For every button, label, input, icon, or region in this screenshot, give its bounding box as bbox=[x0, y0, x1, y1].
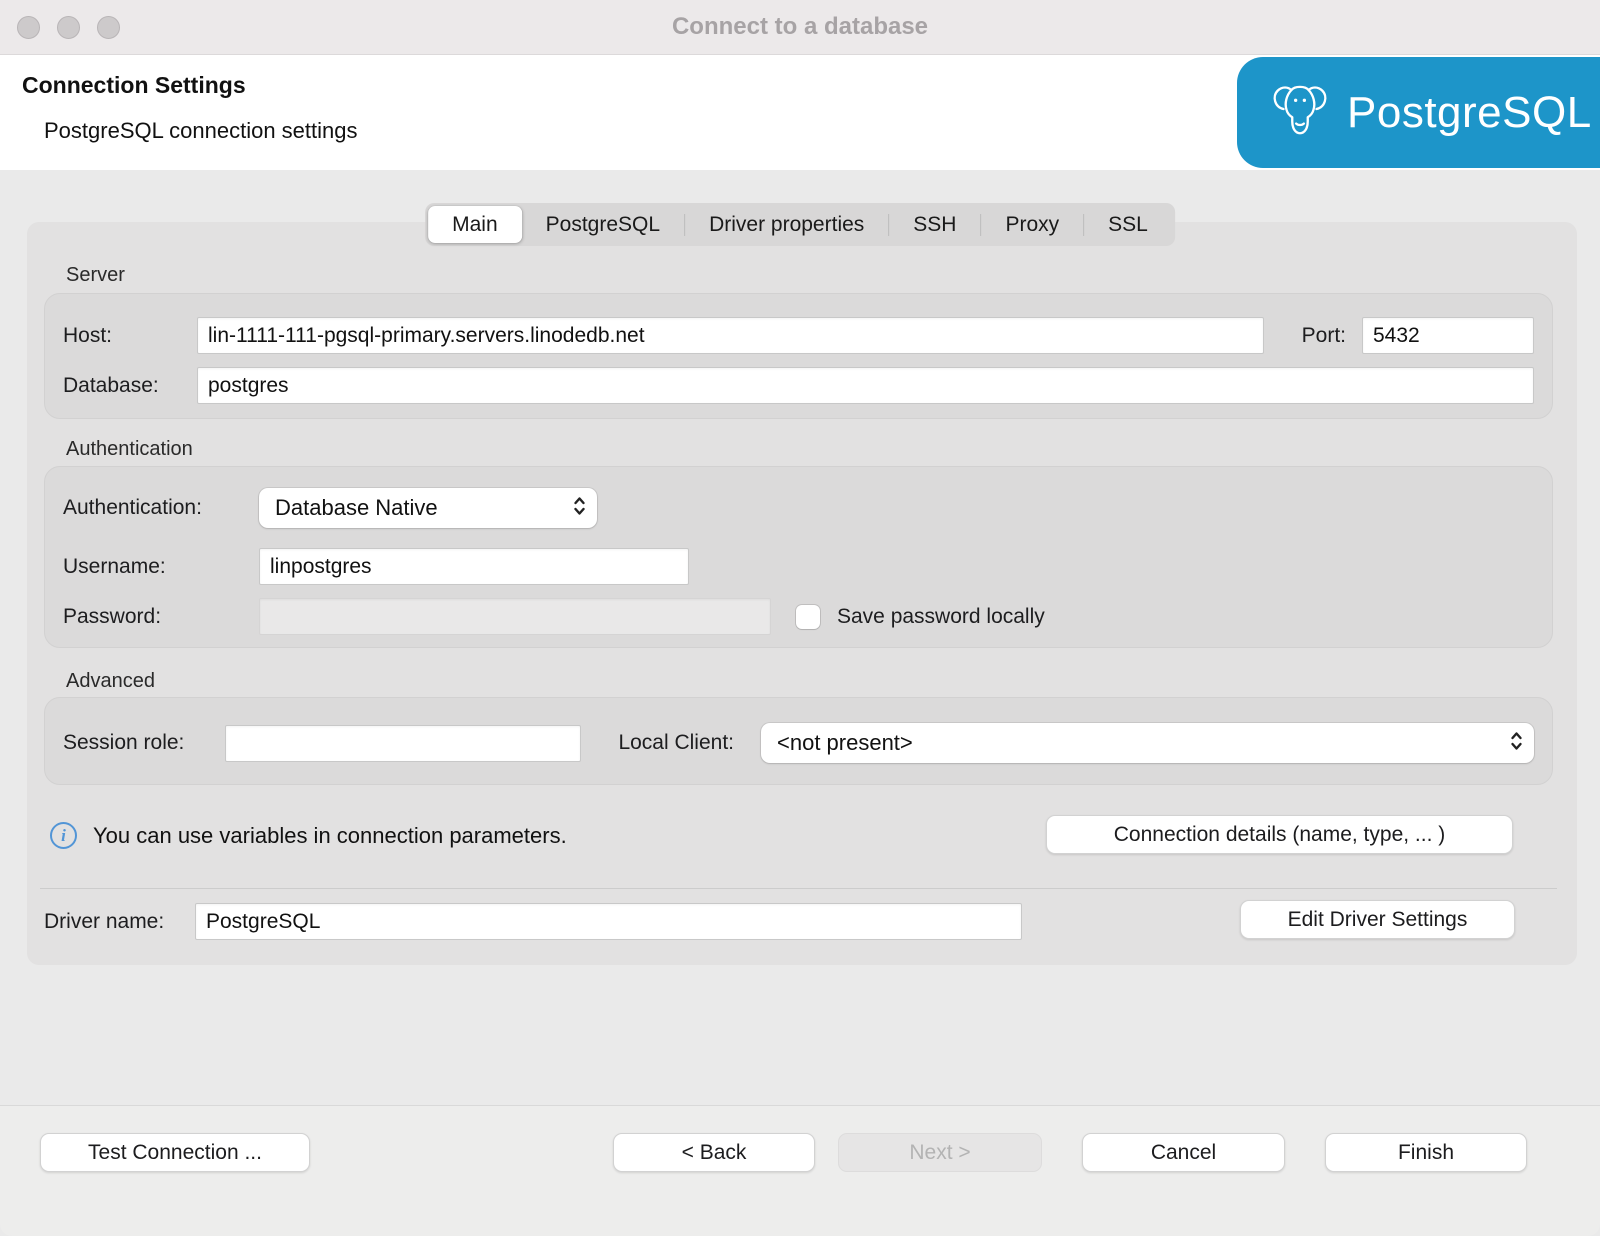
database-label: Database: bbox=[63, 374, 197, 398]
authentication-select[interactable]: Database Native bbox=[259, 488, 597, 528]
tab-proxy[interactable]: Proxy bbox=[981, 206, 1083, 243]
dialog-content: Main PostgreSQL Driver properties SSH Pr… bbox=[0, 170, 1600, 1105]
driver-name-input[interactable] bbox=[195, 903, 1022, 940]
driver-section-divider bbox=[40, 888, 1557, 889]
authentication-label: Authentication: bbox=[63, 496, 259, 520]
main-tab-panel: Server Host: Port: Database: Authenticat… bbox=[27, 222, 1577, 965]
local-client-select[interactable]: <not present> bbox=[761, 723, 1534, 763]
window-titlebar: Connect to a database bbox=[0, 0, 1600, 55]
port-label: Port: bbox=[1286, 324, 1346, 348]
local-client-selected-value: <not present> bbox=[777, 730, 1495, 756]
username-input[interactable] bbox=[259, 548, 689, 585]
local-client-label: Local Client: bbox=[597, 731, 734, 755]
back-button[interactable]: < Back bbox=[613, 1133, 815, 1172]
edit-driver-settings-button[interactable]: Edit Driver Settings bbox=[1240, 900, 1515, 939]
chevron-updown-icon bbox=[572, 494, 587, 523]
advanced-group: Session role: Local Client: <not present… bbox=[44, 697, 1553, 785]
page-title: Connection Settings bbox=[22, 72, 246, 99]
page-subtitle: PostgreSQL connection settings bbox=[44, 118, 357, 144]
zoom-window-icon[interactable] bbox=[97, 16, 120, 39]
server-group: Host: Port: Database: bbox=[44, 293, 1553, 419]
test-connection-button[interactable]: Test Connection ... bbox=[40, 1133, 310, 1172]
dialog-button-bar: Test Connection ... < Back Next > Cancel… bbox=[0, 1105, 1600, 1236]
authentication-group-label: Authentication bbox=[66, 438, 193, 461]
minimize-window-icon[interactable] bbox=[57, 16, 80, 39]
tab-postgresql[interactable]: PostgreSQL bbox=[522, 206, 684, 243]
server-group-label: Server bbox=[66, 264, 125, 287]
tab-main[interactable]: Main bbox=[428, 206, 522, 243]
close-window-icon[interactable] bbox=[17, 16, 40, 39]
advanced-group-label: Advanced bbox=[66, 670, 155, 693]
variables-hint: i You can use variables in connection pa… bbox=[50, 822, 567, 849]
authentication-group: Authentication: Database Native Username… bbox=[44, 466, 1553, 648]
postgresql-logo: PostgreSQL bbox=[1237, 57, 1600, 168]
tab-ssh[interactable]: SSH bbox=[889, 206, 980, 243]
password-label: Password: bbox=[63, 605, 259, 629]
chevron-updown-icon bbox=[1509, 729, 1524, 758]
authentication-selected-value: Database Native bbox=[275, 495, 558, 521]
postgresql-logo-text: PostgreSQL bbox=[1347, 88, 1592, 138]
username-label: Username: bbox=[63, 555, 259, 579]
next-button[interactable]: Next > bbox=[838, 1133, 1042, 1172]
session-role-input[interactable] bbox=[225, 725, 581, 762]
window-title: Connect to a database bbox=[0, 13, 1600, 41]
settings-tab-bar: Main PostgreSQL Driver properties SSH Pr… bbox=[425, 203, 1175, 246]
database-input[interactable] bbox=[197, 367, 1534, 404]
host-input[interactable] bbox=[197, 317, 1264, 354]
cancel-button[interactable]: Cancel bbox=[1082, 1133, 1285, 1172]
port-input[interactable] bbox=[1362, 317, 1534, 354]
info-icon: i bbox=[50, 822, 77, 849]
driver-name-label: Driver name: bbox=[44, 910, 195, 934]
connection-details-button[interactable]: Connection details (name, type, ... ) bbox=[1046, 815, 1513, 854]
host-label: Host: bbox=[63, 324, 197, 348]
finish-button[interactable]: Finish bbox=[1325, 1133, 1527, 1172]
postgresql-elephant-icon bbox=[1269, 79, 1331, 146]
password-input[interactable] bbox=[259, 598, 771, 635]
save-password-checkbox[interactable] bbox=[796, 605, 820, 629]
dialog-header: Connection Settings PostgreSQL connectio… bbox=[0, 55, 1600, 170]
tab-ssl[interactable]: SSL bbox=[1084, 206, 1172, 243]
variables-hint-text: You can use variables in connection para… bbox=[93, 823, 567, 849]
session-role-label: Session role: bbox=[63, 731, 225, 755]
tab-driver-properties[interactable]: Driver properties bbox=[685, 206, 888, 243]
save-password-label: Save password locally bbox=[837, 605, 1045, 629]
